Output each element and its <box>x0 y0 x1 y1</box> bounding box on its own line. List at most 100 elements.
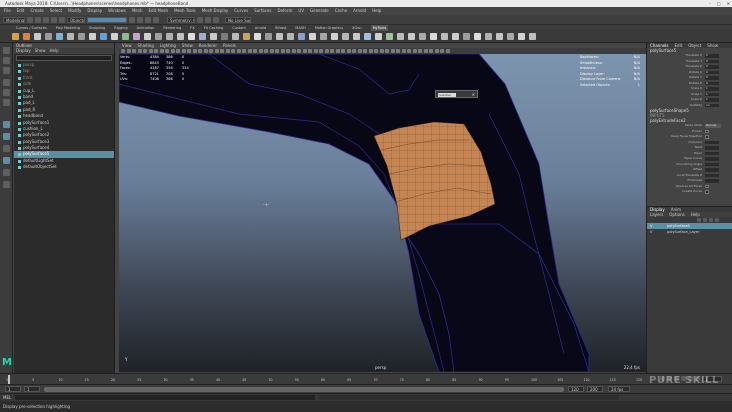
layer-menu-layers[interactable]: Layers <box>650 212 663 217</box>
time-slider[interactable]: 1510152025303540455055606570758085909510… <box>0 373 732 384</box>
four-pane-layout-icon[interactable] <box>3 133 10 140</box>
layer-menu-help[interactable]: Help <box>691 212 700 217</box>
viewport-toolbar-icon-33[interactable] <box>297 49 301 53</box>
viewport-toolbar-icon-9[interactable] <box>165 49 169 53</box>
viewport-toolbar-icon-58[interactable] <box>434 49 439 53</box>
shelf-tool-icon-46[interactable] <box>507 33 514 40</box>
viewport-toolbar-icon-28[interactable] <box>269 49 274 53</box>
viewport-toolbar-icon-47[interactable] <box>374 49 378 53</box>
popup-input-field[interactable]: Subdivs <box>438 93 456 97</box>
attr-value-field[interactable] <box>705 168 719 172</box>
new-layer-icon[interactable] <box>709 218 713 222</box>
ipr-render-icon[interactable] <box>205 16 211 23</box>
render-icon[interactable] <box>197 16 203 23</box>
menu-generate[interactable]: Generate <box>310 7 329 15</box>
attr-checkbox[interactable] <box>705 184 709 189</box>
shelf-tool-icon-23[interactable] <box>254 33 261 40</box>
shelf-tool-icon-45[interactable] <box>496 33 503 40</box>
shelf-tool-icon-20[interactable] <box>221 33 228 40</box>
shelf-tool-icon-41[interactable] <box>452 33 459 40</box>
rotate-tool-icon[interactable] <box>3 89 10 96</box>
shelf-tool-icon-15[interactable] <box>166 33 173 40</box>
shelf-tool-icon-13[interactable] <box>144 33 151 40</box>
script-lang-label[interactable]: MEL <box>3 395 15 400</box>
selection-mask-bar[interactable] <box>87 16 127 23</box>
command-input[interactable] <box>15 395 315 400</box>
channel-value-field[interactable]: 1 <box>705 87 719 91</box>
paint-select-icon[interactable] <box>3 67 10 74</box>
viewport-toolbar-icon-35[interactable] <box>308 49 312 53</box>
range-start-field[interactable]: 1 <box>24 386 40 392</box>
popup-close-icon[interactable]: ✕ <box>472 92 475 97</box>
range-end-field[interactable]: 120 <box>568 386 584 392</box>
shelf-tool-icon-44[interactable] <box>485 33 492 40</box>
viewport-toolbar-icon-44[interactable] <box>357 49 362 53</box>
new-scene-icon[interactable] <box>27 16 33 23</box>
fps-dropdown[interactable]: 24 fps <box>608 386 630 392</box>
shelf-tool-icon-33[interactable] <box>364 33 371 40</box>
viewport-toolbar-icon-19[interactable] <box>220 49 224 53</box>
viewport-toolbar-icon-14[interactable] <box>192 49 197 53</box>
attr-checkbox[interactable] <box>705 129 709 134</box>
shelf-tool-icon-26[interactable] <box>287 33 294 40</box>
attr-value-field[interactable] <box>705 162 719 167</box>
menu-surfaces[interactable]: Surfaces <box>254 7 271 15</box>
outliner-layout-icon[interactable] <box>3 145 10 152</box>
viewport-toolbar-icon-8[interactable] <box>159 49 164 53</box>
viewport-toolbar-icon-40[interactable] <box>335 49 340 53</box>
viewport-toolbar-icon-23[interactable] <box>242 49 246 53</box>
camera-popup[interactable]: Subdivs ✕ <box>435 90 478 98</box>
layer-down-icon[interactable] <box>703 218 707 222</box>
viewport-toolbar-icon-26[interactable] <box>258 49 263 53</box>
viewport-toolbar-icon-4[interactable] <box>137 49 142 53</box>
render-settings-icon[interactable] <box>213 16 219 23</box>
menu-display[interactable]: Display <box>87 7 102 15</box>
search-icon[interactable] <box>3 181 10 188</box>
shelf-tool-icon-34[interactable] <box>375 33 382 40</box>
viewport-toolbar-icon-24[interactable] <box>247 49 252 53</box>
channel-value-field[interactable]: 1 <box>705 92 719 97</box>
shelf-tool-icon-14[interactable] <box>155 33 162 40</box>
menu-arnold[interactable]: Arnold <box>353 7 366 15</box>
redo-icon[interactable] <box>59 16 65 23</box>
viewport-toolbar-icon-7[interactable] <box>154 49 158 53</box>
shelf-tool-icon-19[interactable] <box>210 33 217 40</box>
shelf-tool-icon-12[interactable] <box>133 33 140 40</box>
shelf-tool-icon-7[interactable] <box>78 33 85 40</box>
outliner-menu-show[interactable]: Show <box>35 48 46 54</box>
shelf-tool-icon-39[interactable] <box>430 33 437 40</box>
viewport-toolbar-icon-45[interactable] <box>363 49 367 53</box>
viewport-toolbar-icon-21[interactable] <box>231 49 235 53</box>
visibility-toggle-icon[interactable]: V <box>650 224 654 228</box>
shelf-tool-icon-5[interactable] <box>56 33 63 40</box>
attr-value-field[interactable] <box>705 157 719 161</box>
hypershade-layout-icon[interactable] <box>3 169 10 176</box>
shelf-tool-icon-28[interactable] <box>309 33 316 40</box>
menu-mesh-display[interactable]: Mesh Display <box>202 7 229 15</box>
layer-row[interactable]: VpolySurface_Layer <box>647 229 732 235</box>
single-pane-layout-icon[interactable] <box>3 121 10 128</box>
menu-help[interactable]: Help <box>372 7 381 15</box>
scene-end-field[interactable]: 200 <box>587 386 603 392</box>
viewport-toolbar-icon-31[interactable] <box>286 49 290 53</box>
viewport-toolbar-icon-6[interactable] <box>148 49 153 53</box>
menu-file[interactable]: File <box>4 7 11 15</box>
channel-value-field[interactable]: 0 <box>705 76 719 80</box>
menu-mesh[interactable]: Mesh <box>132 7 143 15</box>
viewport-toolbar-icon-25[interactable] <box>253 49 257 53</box>
shelf-tool-icon-24[interactable] <box>265 33 272 40</box>
attr-checkbox[interactable] <box>705 190 709 194</box>
menu-create[interactable]: Create <box>30 7 43 15</box>
viewport-toolbar-icon-54[interactable] <box>412 49 417 53</box>
visibility-toggle-icon[interactable]: V <box>650 230 654 234</box>
menu-edit-mesh[interactable]: Edit Mesh <box>149 7 169 15</box>
outliner-search-input[interactable] <box>16 55 112 61</box>
menu-modify[interactable]: Modify <box>68 7 81 15</box>
shelf-tool-icon-11[interactable] <box>122 33 129 40</box>
viewport-toolbar-icon-13[interactable] <box>187 49 191 53</box>
viewport-toolbar-icon-43[interactable] <box>352 49 356 53</box>
shelf-tool-icon-36[interactable] <box>397 33 404 40</box>
menu-mesh-tools[interactable]: Mesh Tools <box>174 7 196 15</box>
viewport-persp[interactable]: -+- Verts: 4384 386 0 Edges: 8843 740 0 Faces: 41… <box>119 54 646 372</box>
shelf-tool-icon-43[interactable] <box>474 33 481 40</box>
